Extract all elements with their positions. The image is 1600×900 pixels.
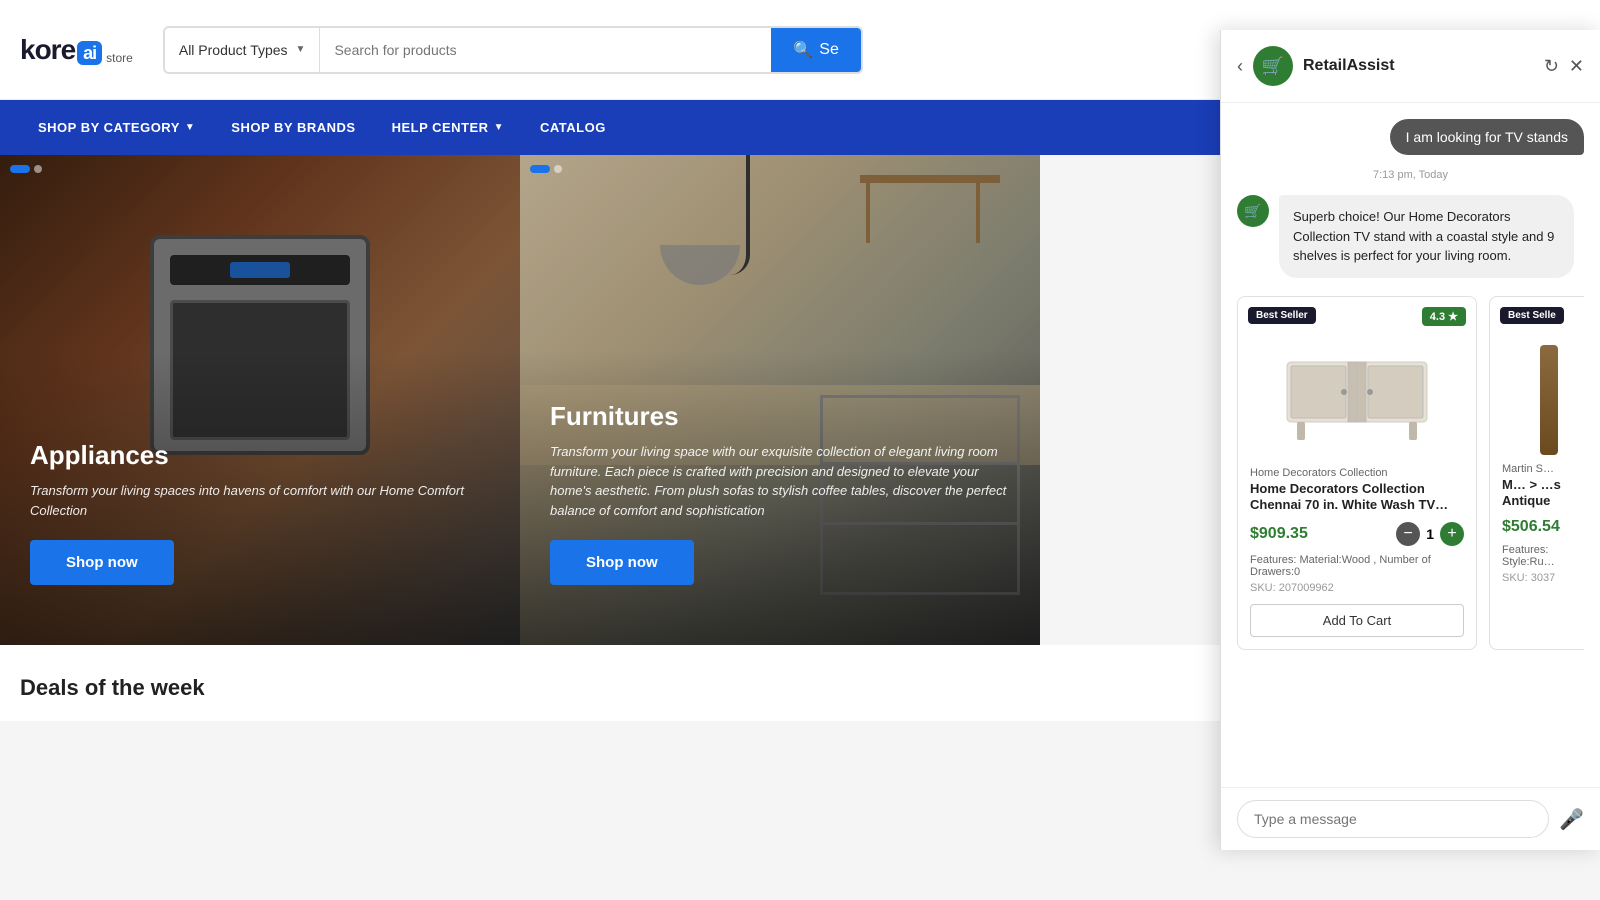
best-seller-badge-1: Best Seller (1248, 307, 1316, 324)
search-button[interactable]: 🔍 Se (771, 28, 861, 72)
chat-bot-name: RetailAssist (1303, 57, 1544, 75)
quantity-control-1: − 1 + (1396, 522, 1464, 546)
chat-close-button[interactable]: ✕ (1569, 56, 1584, 77)
search-btn-label: Se (819, 41, 839, 59)
product-rating-1: 4.3 ★ (1422, 307, 1466, 326)
chat-header-actions: ↻ ✕ (1544, 56, 1584, 77)
appliances-title: Appliances (30, 440, 490, 471)
product-price-1: $909.35 (1250, 525, 1308, 543)
nav-label-shop-by-category: SHOP BY CATEGORY (38, 120, 180, 135)
nav-item-help-center[interactable]: HELP CENTER ▼ (374, 100, 522, 155)
chevron-down-icon-help: ▼ (494, 122, 504, 133)
chat-messages: I am looking for TV stands 7:13 pm, Toda… (1221, 103, 1600, 787)
product-card-1: Best Seller 4.3 ★ (1237, 296, 1477, 651)
furniture-description: Transform your living space with our exq… (550, 442, 1010, 520)
product-sku-2: SKU: 3037 (1502, 572, 1584, 584)
appliances-content: Appliances Transform your living spaces … (30, 440, 490, 585)
search-input[interactable] (320, 28, 771, 72)
nav-item-shop-by-brands[interactable]: SHOP BY BRANDS (213, 100, 373, 155)
product-title-2: M… > …s Antique (1502, 477, 1584, 511)
product-price-2: $506.54 (1502, 518, 1560, 536)
user-message-bubble: I am looking for TV stands (1390, 119, 1584, 155)
product-features-2: Features: Style:Ru… (1502, 544, 1584, 568)
logo-kore: kore (20, 34, 75, 65)
nav-item-shop-by-category[interactable]: SHOP BY CATEGORY ▼ (20, 100, 213, 155)
best-seller-badge-2: Best Selle (1500, 307, 1564, 324)
add-to-cart-button-1[interactable]: Add To Cart (1250, 604, 1464, 637)
product-image-1 (1250, 337, 1464, 457)
chat-panel: ‹ 🛒 RetailAssist ↻ ✕ I am looking for TV… (1220, 30, 1600, 850)
banner-section: Appliances Transform your living spaces … (0, 155, 1040, 645)
nav-label-catalog: CATALOG (540, 120, 606, 135)
bot-cart-icon: 🛒 (1244, 203, 1261, 220)
appliances-description: Transform your living spaces into havens… (30, 481, 490, 520)
carousel-indicator-furniture (530, 165, 562, 173)
furniture-title: Furnitures (550, 401, 1010, 432)
product-cards-row: Best Seller 4.3 ★ (1237, 292, 1584, 655)
search-bar: All Product Types ▼ 🔍 Se (163, 26, 863, 74)
chat-header: ‹ 🛒 RetailAssist ↻ ✕ (1221, 30, 1600, 103)
dropdown-arrow-icon: ▼ (296, 44, 306, 55)
bot-message: 🛒 Superb choice! Our Home Decorators Col… (1237, 195, 1584, 278)
chat-refresh-button[interactable]: ↻ (1544, 56, 1559, 77)
chat-bot-avatar: 🛒 (1253, 46, 1293, 86)
logo-ai-badge: ai (77, 41, 102, 65)
bot-avatar-small: 🛒 (1237, 195, 1269, 227)
product-title-1: Home Decorators Collection Chennai 70 in… (1250, 481, 1464, 515)
cart-bot-icon: 🛒 (1262, 56, 1284, 77)
mic-button[interactable]: 🎤 (1559, 807, 1584, 832)
product-price-row-2: $506.54 (1502, 518, 1584, 536)
nav-label-help-center: HELP CENTER (392, 120, 489, 135)
product-sku-1: SKU: 207009962 (1250, 582, 1464, 594)
product-brand-2: Martin S… (1502, 463, 1584, 475)
product-type-dropdown[interactable]: All Product Types ▼ (165, 28, 321, 72)
nav-label-shop-by-brands: SHOP BY BRANDS (231, 120, 355, 135)
furniture-shop-now-button[interactable]: Shop now (550, 540, 694, 585)
nav-item-catalog[interactable]: CATALOG (522, 100, 624, 155)
banner-card-furnitures: Furnitures Transform your living space w… (520, 155, 1040, 645)
carousel-indicator-appliances (10, 165, 42, 173)
chevron-down-icon: ▼ (185, 122, 195, 133)
logo-store-label: store (106, 51, 133, 65)
chat-input-area: 🎤 (1221, 787, 1600, 850)
quantity-increase-button-1[interactable]: + (1440, 522, 1464, 546)
tv-stand-svg (1277, 352, 1437, 442)
appliances-shop-now-button[interactable]: Shop now (30, 540, 174, 585)
product-card-2-partial: Best Selle Martin S… M… > …s Antique $50… (1489, 296, 1584, 651)
logo[interactable]: koreai store (20, 34, 133, 66)
chat-back-button[interactable]: ‹ (1237, 56, 1243, 77)
message-timestamp: 7:13 pm, Today (1237, 169, 1584, 181)
product-brand-1: Home Decorators Collection (1250, 467, 1464, 479)
furniture-content: Furnitures Transform your living space w… (550, 401, 1010, 585)
search-icon: 🔍 (793, 40, 813, 60)
product-price-row-1: $909.35 − 1 + (1250, 522, 1464, 546)
bot-response-bubble: Superb choice! Our Home Decorators Colle… (1279, 195, 1574, 278)
logo-text: koreai (20, 34, 102, 66)
banner-card-appliances: Appliances Transform your living spaces … (0, 155, 520, 645)
chat-message-input[interactable] (1237, 800, 1549, 838)
quantity-decrease-button-1[interactable]: − (1396, 522, 1420, 546)
quantity-value-1: 1 (1426, 526, 1434, 542)
product-type-label: All Product Types (179, 42, 288, 58)
product-features-1: Features: Material:Wood , Number of Draw… (1250, 554, 1464, 578)
